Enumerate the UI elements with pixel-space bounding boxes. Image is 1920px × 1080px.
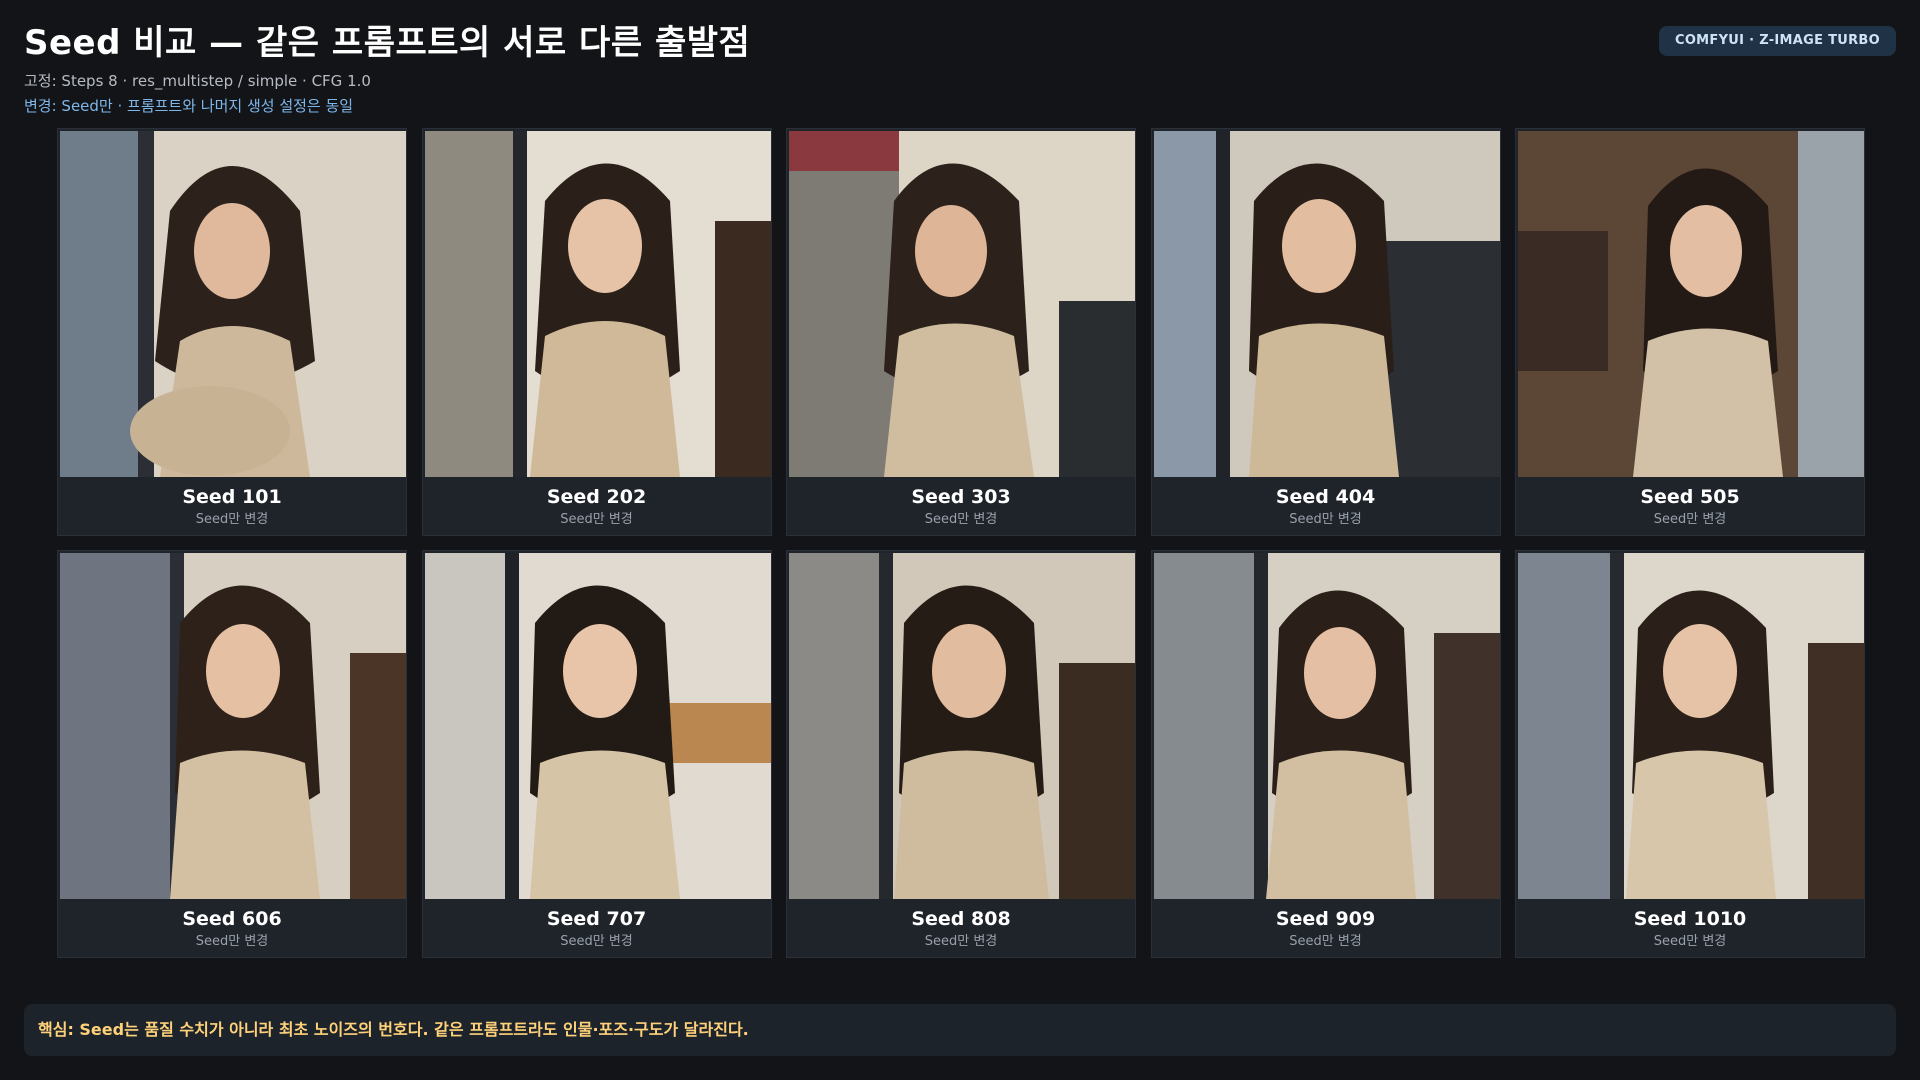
seed-caption: Seed만 변경 bbox=[560, 934, 633, 949]
seed-caption: Seed만 변경 bbox=[195, 512, 269, 527]
key-point-banner: 핵심: Seed는 품질 수치가 아니라 최초 노이즈의 번호다. 같은 프롬프… bbox=[24, 1004, 1896, 1056]
photo-thumbnail[interactable] bbox=[1518, 553, 1864, 899]
seed-label: Seed 606 bbox=[182, 908, 282, 930]
image-card[interactable]: Seed 808 Seed만 변경 bbox=[786, 550, 1136, 958]
seed-label: Seed 404 bbox=[1275, 486, 1376, 508]
seed-caption: Seed만 변경 bbox=[1289, 512, 1362, 527]
portrait-image bbox=[424, 553, 771, 899]
portrait-image bbox=[789, 131, 1135, 477]
seed-caption: Seed만 변경 bbox=[1653, 934, 1727, 949]
seed-caption: Seed만 변경 bbox=[1289, 934, 1362, 949]
photo-thumbnail[interactable] bbox=[789, 553, 1135, 899]
image-card[interactable]: Seed 404 Seed만 변경 bbox=[1150, 128, 1501, 536]
seed-label: Seed 202 bbox=[546, 486, 647, 508]
photo-thumbnail[interactable] bbox=[1153, 131, 1500, 477]
image-card[interactable]: Seed 909 Seed만 변경 bbox=[1150, 550, 1501, 958]
tool-badge: COMFYUI · Z-IMAGE TURBO bbox=[1658, 26, 1896, 56]
seed-comparison-page: Seed 비교 — 같은 프롬프트의 서로 다른 출발점 고정: Steps 8… bbox=[0, 0, 1920, 1080]
portrait-image bbox=[789, 553, 1135, 899]
photo-thumbnail[interactable] bbox=[1153, 553, 1500, 899]
header: Seed 비교 — 같은 프롬프트의 서로 다른 출발점 고정: Steps 8… bbox=[24, 20, 1896, 120]
seed-caption: Seed만 변경 bbox=[195, 934, 269, 949]
seed-label: Seed 808 bbox=[911, 908, 1011, 930]
image-card[interactable]: Seed 606 Seed만 변경 bbox=[57, 550, 407, 958]
portrait-image bbox=[1153, 131, 1500, 477]
photo-thumbnail[interactable] bbox=[1518, 131, 1864, 477]
portrait-image bbox=[1518, 131, 1864, 477]
image-card[interactable]: Seed 1010 Seed만 변경 bbox=[1515, 550, 1865, 958]
image-card[interactable]: Seed 202 Seed만 변경 bbox=[421, 128, 772, 536]
seed-label: Seed 909 bbox=[1275, 908, 1376, 930]
seed-caption: Seed만 변경 bbox=[924, 934, 998, 949]
seed-label: Seed 1010 bbox=[1633, 908, 1747, 930]
image-card[interactable]: Seed 303 Seed만 변경 bbox=[786, 128, 1136, 536]
seed-label: Seed 101 bbox=[182, 486, 282, 508]
seed-caption: Seed만 변경 bbox=[1653, 512, 1727, 527]
photo-thumbnail[interactable] bbox=[60, 131, 406, 477]
changed-settings-text: 변경: Seed만 · 프롬프트와 나머지 생성 설정은 동일 bbox=[24, 97, 354, 115]
portrait-image bbox=[1153, 553, 1500, 899]
seed-label: Seed 505 bbox=[1640, 486, 1740, 508]
seed-caption: Seed만 변경 bbox=[560, 512, 633, 527]
photo-thumbnail[interactable] bbox=[789, 131, 1135, 477]
photo-thumbnail[interactable] bbox=[424, 131, 771, 477]
portrait-image bbox=[424, 131, 771, 477]
photo-thumbnail[interactable] bbox=[60, 553, 406, 899]
fixed-settings-text: 고정: Steps 8 · res_multistep / simple · C… bbox=[24, 72, 371, 90]
image-grid: Seed 101 Seed만 변경 Seed 202 Seed만 변경 Seed… bbox=[57, 128, 1865, 958]
image-card[interactable]: Seed 101 Seed만 변경 bbox=[57, 128, 407, 536]
portrait-image bbox=[60, 131, 406, 477]
image-card[interactable]: Seed 707 Seed만 변경 bbox=[421, 550, 772, 958]
portrait-image bbox=[60, 553, 406, 899]
page-title: Seed 비교 — 같은 프롬프트의 서로 다른 출발점 bbox=[24, 23, 751, 63]
seed-label: Seed 303 bbox=[911, 486, 1011, 508]
seed-label: Seed 707 bbox=[546, 908, 647, 930]
image-card[interactable]: Seed 505 Seed만 변경 bbox=[1515, 128, 1865, 536]
seed-caption: Seed만 변경 bbox=[924, 512, 998, 527]
portrait-image bbox=[1518, 553, 1864, 899]
photo-thumbnail[interactable] bbox=[424, 553, 771, 899]
